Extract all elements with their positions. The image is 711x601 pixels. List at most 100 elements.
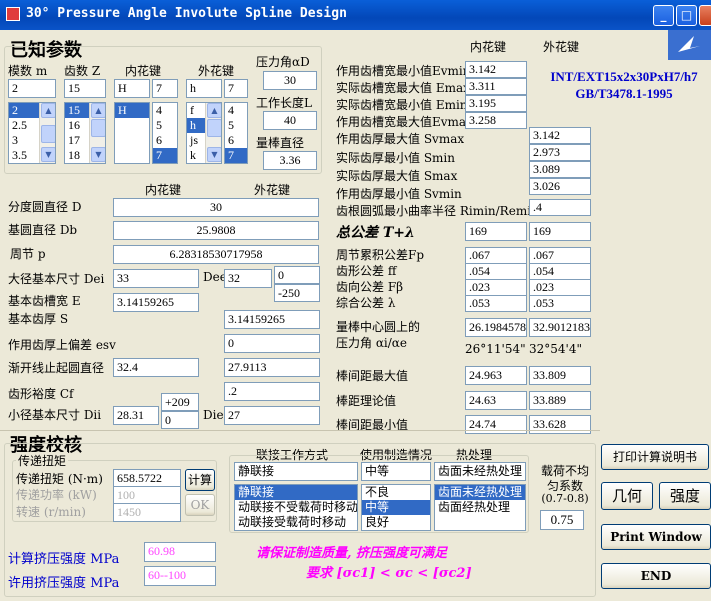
list-item[interactable]: 15 (65, 103, 90, 118)
spec-designation-line2: GB/T3478.1-1995 (575, 86, 673, 101)
scroll-down-icon[interactable]: ▼ (91, 147, 105, 162)
scroll-thumb[interactable] (41, 125, 55, 143)
ok-button[interactable]: OK (185, 494, 215, 516)
heat-treatment-list[interactable]: 齿面未经热处理 齿面经热处理 (434, 484, 526, 531)
scroll-down-icon[interactable]: ▼ (207, 147, 221, 162)
list-item[interactable]: 2 (9, 103, 40, 118)
pressure-angle-input[interactable]: 30 (263, 71, 317, 90)
outer-grade-list[interactable]: 4 5 6 7 (224, 102, 248, 164)
geometry-button[interactable]: 几何 (601, 482, 653, 510)
calc-stress-value: 60.98 (144, 542, 216, 562)
evmin-label: 作用齿槽宽最小值Evmin (336, 64, 471, 78)
list-item[interactable]: H (115, 103, 149, 118)
calc-stress-label: 计算挤压强度 MPa (8, 552, 120, 567)
form-diameter-label: 渐开线止起圆直径 (8, 361, 105, 375)
major-diameter-label: 大径基本尺寸 Dei (8, 272, 105, 286)
list-item[interactable]: 7 (153, 148, 177, 163)
power-label: 传递功率 (kW) (16, 488, 97, 502)
teeth-input[interactable]: 15 (64, 79, 106, 98)
teeth-scrollbar[interactable]: ▲ ▼ (89, 103, 105, 163)
outer-fit-input[interactable]: h (186, 79, 222, 98)
print-window-button[interactable]: Print Window (601, 524, 711, 550)
rod-angle-outer: 32°54'4" (529, 342, 582, 356)
span-min-inner-value: 24.74 (465, 415, 527, 434)
clearance-value: .2 (224, 382, 320, 401)
print-manual-button[interactable]: 打印计算说明书 (601, 444, 709, 470)
allow-stress-label: 许用挤压强度 MPa (8, 576, 120, 591)
rod-diameter-label: 量棒直径 (256, 136, 305, 150)
list-item[interactable]: 不良 (362, 485, 430, 500)
rmin-value: .4 (529, 199, 591, 216)
module-scrollbar[interactable]: ▲ ▼ (39, 103, 55, 163)
module-input[interactable]: 2 (8, 79, 56, 98)
spec-designation-line1: INT/EXT15x2x30PxH7/h7 (550, 69, 698, 84)
list-item[interactable]: k (187, 148, 206, 163)
inner-grade-list[interactable]: 4 5 6 7 (152, 102, 178, 164)
list-item[interactable]: 齿面经热处理 (435, 500, 525, 515)
scroll-thumb[interactable] (207, 119, 221, 137)
list-item[interactable]: 动联接不受载荷时移动 (235, 500, 357, 515)
load-factor-input[interactable]: 0.75 (540, 510, 584, 530)
inner-spline-label: 内花键 (125, 64, 162, 78)
outer-fit-scrollbar[interactable]: ▲ ▼ (205, 103, 221, 163)
svmin-value: 3.026 (529, 178, 591, 195)
list-item[interactable]: 6 (225, 133, 247, 148)
list-item[interactable]: 4 (153, 103, 177, 118)
module-list[interactable]: 2 2.5 3 3.5 ▲ ▼ (8, 102, 56, 164)
list-item[interactable]: 7 (225, 148, 247, 163)
tooth-thickness-label: 基本齿厚 S (8, 312, 69, 326)
side-logo-icon (668, 30, 711, 60)
strength-note-line2: 要求 [σc1] < σc < [σc2] (306, 566, 472, 581)
list-item[interactable]: 动联接受载荷时移动 (235, 515, 357, 530)
scroll-up-icon[interactable]: ▲ (91, 103, 105, 118)
mfg-condition-list[interactable]: 不良 中等 良好 (361, 484, 431, 531)
tooth-thickness-value: 3.14159265 (224, 310, 320, 329)
scroll-down-icon[interactable]: ▼ (41, 147, 55, 162)
scroll-up-icon[interactable]: ▲ (207, 103, 221, 118)
list-item[interactable]: 中等 (362, 500, 430, 515)
close-button[interactable] (699, 5, 711, 26)
heat-treatment-select[interactable]: 齿面未经热处理 (434, 462, 526, 481)
clearance-label: 齿形裕度 Cf (8, 387, 74, 401)
list-item[interactable]: 齿面未经热处理 (435, 485, 525, 500)
list-item[interactable]: h (187, 118, 206, 133)
list-item[interactable]: js (187, 133, 206, 148)
scroll-thumb[interactable] (91, 119, 105, 137)
rod-diameter-input[interactable]: 3.36 (263, 151, 317, 170)
mfg-condition-select[interactable]: 中等 (361, 462, 431, 481)
evmax-value: 3.258 (465, 112, 527, 129)
strength-button[interactable]: 强度 (659, 482, 711, 510)
work-length-input[interactable]: 40 (263, 111, 317, 130)
calculate-button[interactable]: 计算 (185, 469, 215, 491)
scroll-up-icon[interactable]: ▲ (41, 103, 55, 118)
fp-label: 周节累积公差Fp (336, 248, 425, 262)
list-item[interactable]: 5 (153, 118, 177, 133)
span-max-inner-value: 24.963 (465, 366, 527, 385)
inner-fit-list[interactable]: H (114, 102, 150, 164)
inner-fit-input[interactable]: H (114, 79, 150, 98)
link-mode-select[interactable]: 静联接 (234, 462, 358, 481)
outer-grade-input[interactable]: 7 (224, 79, 248, 98)
torque-group-label: 传递扭矩 (16, 452, 69, 469)
emax-value: 3.311 (465, 78, 527, 95)
torque-label: 传递扭矩 (N·m) (16, 472, 103, 486)
speed-input[interactable]: 1450 (113, 503, 181, 522)
dee-lower-value: -250 (274, 284, 320, 302)
list-item[interactable]: 4 (225, 103, 247, 118)
rod-center-label-2: 压力角 αi/αe (336, 336, 408, 350)
lambda-label: 综合公差 λ (336, 296, 396, 310)
link-mode-list[interactable]: 静联接 动联接不受载荷时移动 动联接受载荷时移动 (234, 484, 358, 531)
outer-fit-list[interactable]: f h js k ▲ ▼ (186, 102, 222, 164)
minimize-button[interactable]: _ (653, 5, 674, 26)
end-button[interactable]: END (601, 563, 711, 589)
minor-inner-value: 28.31 (113, 406, 159, 425)
list-item[interactable]: 5 (225, 118, 247, 133)
maximize-button[interactable]: □ (676, 5, 697, 26)
list-item[interactable]: 良好 (362, 515, 430, 530)
inner-grade-input[interactable]: 7 (152, 79, 178, 98)
list-item[interactable]: 静联接 (235, 485, 357, 500)
list-item[interactable]: 6 (153, 133, 177, 148)
span-nominal-outer-value: 33.889 (529, 391, 591, 410)
teeth-list[interactable]: 15 16 17 18 ▲ ▼ (64, 102, 106, 164)
list-item[interactable]: f (187, 103, 206, 118)
